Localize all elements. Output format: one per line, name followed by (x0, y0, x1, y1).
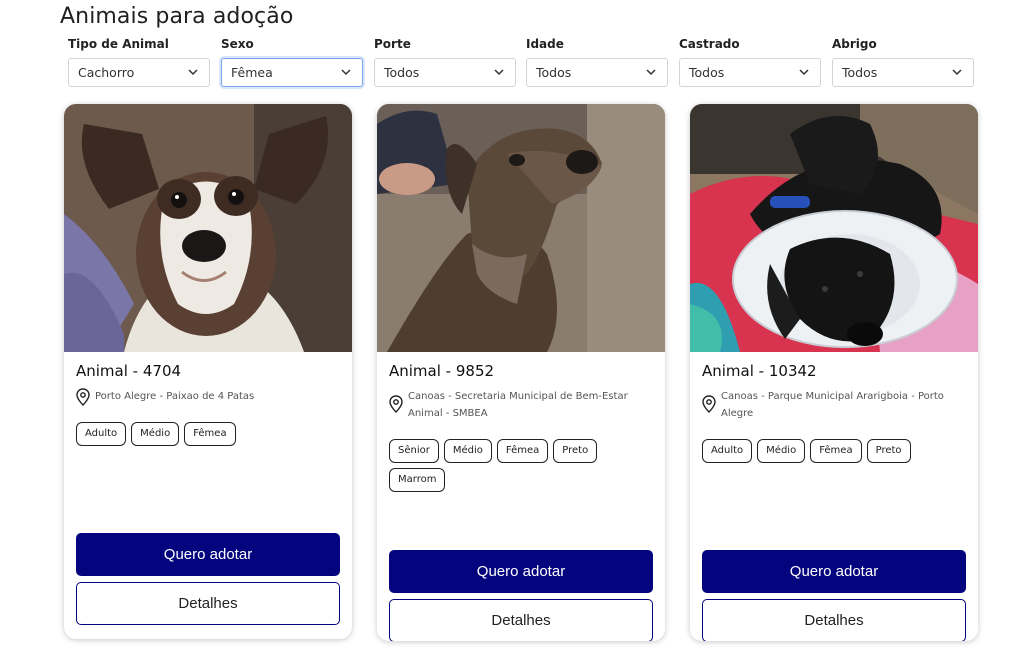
location-text: Canoas - Secretaria Municipal de Bem-Est… (408, 391, 628, 419)
select-porte[interactable]: Todos (374, 58, 516, 87)
adopt-button[interactable]: Quero adotar (76, 533, 340, 576)
tag: Fêmea (810, 439, 862, 463)
filter-idade: Idade Todos (526, 36, 668, 87)
filter-bar: Tipo de Animal Cachorro Sexo Fêmea Porte… (68, 36, 974, 88)
tag: Médio (757, 439, 806, 463)
tag: Preto (553, 439, 598, 463)
filter-label: Idade (526, 37, 564, 51)
tag: Sênior (389, 439, 439, 463)
chevron-down-icon (646, 69, 656, 76)
tag: Médio (443, 439, 492, 463)
filter-label: Abrigo (832, 37, 877, 51)
location-pin-icon (702, 395, 716, 413)
adopt-button[interactable]: Quero adotar (702, 550, 966, 593)
select-idade[interactable]: Todos (526, 58, 668, 87)
filter-label: Castrado (679, 37, 740, 51)
tag-list: Sênior Médio Fêmea Preto Marrom (389, 439, 653, 492)
tag: Fêmea (184, 422, 236, 446)
select-abrigo[interactable]: Todos (832, 58, 974, 87)
filter-label: Tipo de Animal (68, 37, 169, 51)
senior-dark-dog-photo[interactable] (377, 104, 665, 352)
select-value: Todos (536, 65, 572, 80)
select-value: Cachorro (78, 65, 135, 80)
location-text: Canoas - Parque Municipal Ararigboia - P… (721, 391, 944, 419)
tag: Fêmea (496, 439, 549, 463)
chevron-down-icon (341, 69, 351, 76)
details-button[interactable]: Detalhes (76, 582, 340, 625)
tag: Marrom (389, 468, 446, 492)
select-castrado[interactable]: Todos (679, 58, 821, 87)
select-value: Todos (842, 65, 878, 80)
chevron-down-icon (188, 69, 198, 76)
select-sexo[interactable]: Fêmea (221, 58, 363, 87)
card-title: Animal - 9852 (389, 362, 495, 380)
brindle-white-dog-photo[interactable] (64, 104, 352, 352)
page-title: Animais para adoção (60, 4, 294, 29)
filter-sexo: Sexo Fêmea (221, 36, 363, 87)
card-title: Animal - 4704 (76, 362, 182, 380)
location-pin-icon (389, 395, 403, 413)
select-tipo-de-animal[interactable]: Cachorro (68, 58, 210, 87)
chevron-down-icon (952, 69, 962, 76)
select-value: Todos (384, 65, 420, 80)
tag-list: Adulto Médio Fêmea Preto (702, 439, 966, 463)
chevron-down-icon (799, 69, 809, 76)
tag: Médio (131, 422, 180, 446)
tag: Adulto (702, 439, 753, 463)
tag: Preto (866, 439, 911, 463)
tag: Adulto (76, 422, 127, 446)
filter-tipo-de-animal: Tipo de Animal Cachorro (68, 36, 210, 87)
filter-porte: Porte Todos (374, 36, 516, 87)
details-button[interactable]: Detalhes (702, 599, 966, 641)
dog-photo-image (64, 104, 352, 352)
details-button[interactable]: Detalhes (389, 599, 653, 641)
filter-label: Sexo (221, 37, 254, 51)
dog-photo-image (690, 104, 978, 352)
adopt-button[interactable]: Quero adotar (389, 550, 653, 593)
chevron-down-icon (494, 69, 504, 76)
dog-photo-image (377, 104, 665, 352)
animal-card: Animal - 10342 Canoas - Parque Municipal… (690, 104, 978, 641)
select-value: Todos (689, 65, 725, 80)
location-pin-icon (76, 388, 90, 406)
filter-castrado: Castrado Todos (679, 36, 821, 87)
filter-label: Porte (374, 37, 411, 51)
location-text: Porto Alegre - Paixao de 4 Patas (95, 391, 255, 402)
card-title: Animal - 10342 (702, 362, 817, 380)
tag-list: Adulto Médio Fêmea (76, 422, 340, 446)
animal-card: Animal - 9852 Canoas - Secretaria Munici… (377, 104, 665, 641)
animal-card: Animal - 4704 Porto Alegre - Paixao de 4… (64, 104, 352, 639)
filter-abrigo: Abrigo Todos (832, 36, 974, 87)
select-value: Fêmea (231, 65, 273, 80)
black-dog-with-cone-photo[interactable] (690, 104, 978, 352)
